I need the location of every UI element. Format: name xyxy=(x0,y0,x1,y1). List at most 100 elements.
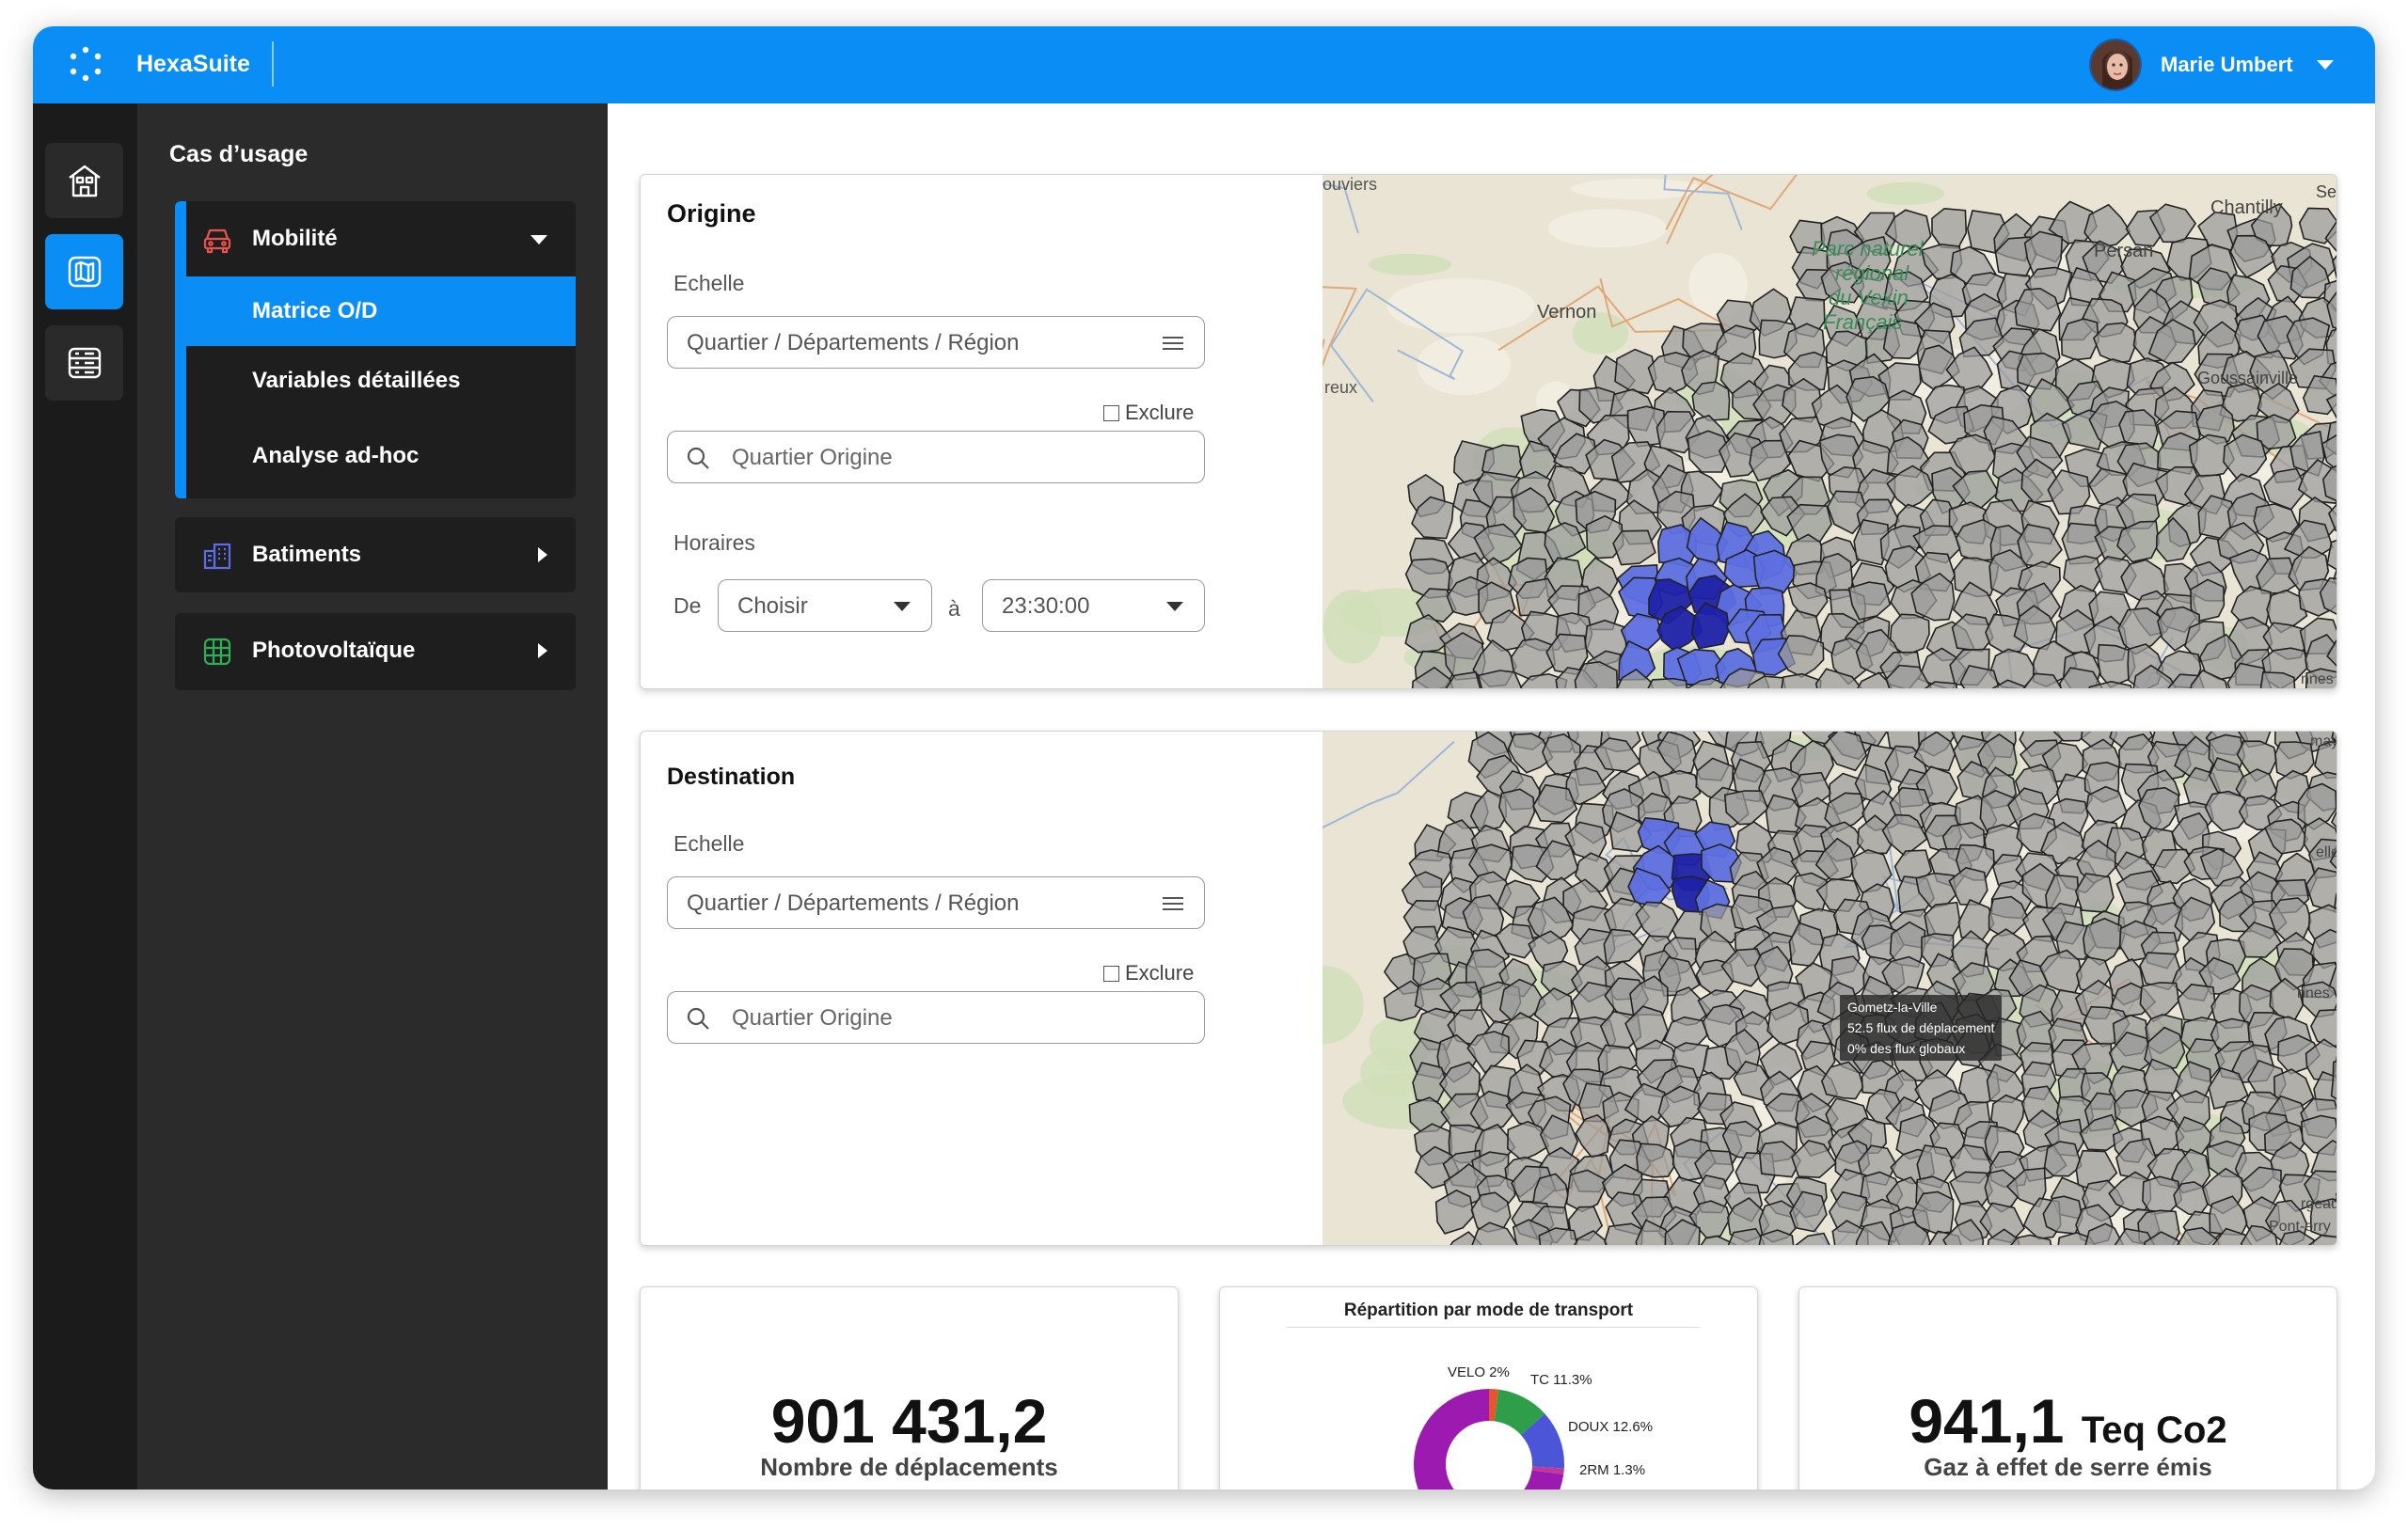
map-book-icon xyxy=(68,256,101,288)
to-time-value: 23:30:00 xyxy=(1002,593,1090,619)
origin-map[interactable]: ouviers Parc naturel régional du Vexin F… xyxy=(1323,175,2337,688)
map-place-label: Vernon xyxy=(1537,302,1597,323)
sidebar-item-matrice-od[interactable]: Matrice O/D xyxy=(186,276,576,346)
main-content: Origine Echelle Quartier / Départements … xyxy=(608,103,2375,1490)
chevron-down-icon xyxy=(894,602,911,611)
sidebar-group-label: Batiments xyxy=(252,542,362,567)
to-label: à xyxy=(948,596,960,621)
ghg-value: 941,1 xyxy=(1909,1386,2065,1456)
rail-servers-button[interactable] xyxy=(45,325,123,401)
rail-home-button[interactable] xyxy=(45,143,123,218)
map-terrain-patch xyxy=(1547,209,1668,248)
sidebar-title: Cas d’usage xyxy=(169,141,309,167)
sidebar-group-batiments[interactable]: Batiments xyxy=(175,517,576,592)
map-place-label: reux xyxy=(1324,378,1358,397)
destination-card: Destination Echelle Quartier / Départeme… xyxy=(640,731,2337,1246)
rail-map-button[interactable] xyxy=(45,234,123,309)
map-place-label: Parc naturel xyxy=(1812,237,1924,260)
map-terrain-patch xyxy=(1417,335,1512,396)
map-place-label: rgeau xyxy=(2301,1196,2337,1212)
use-case-sidebar: Cas d’usage Mobilité Matrice O/D Variabl… xyxy=(137,103,608,1490)
sidebar-group-mobilite: Mobilité Matrice O/D Variables détaillée… xyxy=(175,201,576,498)
title-divider xyxy=(272,41,274,87)
tooltip-share: 0% des flux globaux xyxy=(1847,1041,1966,1056)
top-bar: HexaSuite Marie Umbert xyxy=(33,26,2375,103)
map-place-label: ouviers xyxy=(1323,175,1378,194)
map-terrain-patch xyxy=(1866,181,1945,205)
origin-search-input[interactable]: Quartier Origine xyxy=(667,431,1205,483)
sidebar-group-photovoltaique[interactable]: Photovoltaïque xyxy=(175,613,576,690)
pie-label-tc: TC 11.3% xyxy=(1530,1372,1592,1388)
sidebar-item-analyse-adhoc[interactable]: Analyse ad-hoc xyxy=(186,421,576,491)
destination-choropleth-map[interactable] xyxy=(1323,732,2337,1245)
pie-label-2rm: 2RM 1.3% xyxy=(1579,1462,1646,1478)
tooltip-commune: Gometz-la-Ville xyxy=(1847,1000,1938,1015)
sidebar-group-header-mobilite[interactable]: Mobilité xyxy=(175,201,576,276)
trips-kpi-card: 901 431,2 Nombre de déplacements xyxy=(640,1286,1179,1490)
destination-scale-select[interactable]: Quartier / Départements / Région xyxy=(667,876,1205,929)
sidebar-group-label: Mobilité xyxy=(252,226,338,251)
sidebar-item-variables-detaillees[interactable]: Variables détaillées xyxy=(186,346,576,416)
map-commune[interactable] xyxy=(2060,318,2099,361)
app-window: HexaSuite Marie Umbert Cas d’usage Mobil… xyxy=(33,26,2375,1490)
origin-scale-select[interactable]: Quartier / Départements / Région xyxy=(667,316,1205,369)
map-place-label: Goussainville xyxy=(2197,369,2299,387)
checkbox-icon[interactable] xyxy=(1103,965,1119,982)
pie-label-velo: VELO 2% xyxy=(1448,1364,1510,1380)
map-place-label: du Vexin xyxy=(1829,286,1909,309)
search-placeholder: Quartier Origine xyxy=(732,445,893,470)
map-place-label: nnes xyxy=(2301,671,2334,687)
chevron-down-icon xyxy=(531,235,547,244)
buildings-icon xyxy=(203,543,231,570)
map-place-label: régional xyxy=(1835,261,1909,285)
user-avatar[interactable] xyxy=(2089,39,2142,91)
exclude-label: Exclure xyxy=(1125,961,1195,985)
origin-exclude-checkbox[interactable]: Exclure xyxy=(1103,401,1194,425)
map-commune[interactable] xyxy=(1931,207,1968,249)
scale-label: Echelle xyxy=(673,831,745,856)
destination-search-input[interactable]: Quartier Origine xyxy=(667,991,1205,1044)
trips-value: 901 431,2 xyxy=(770,1386,1048,1456)
transport-mode-chart-card: Répartition par mode de transport VELO 2… xyxy=(1219,1286,1758,1490)
chevron-down-icon xyxy=(1166,602,1183,611)
from-time-select[interactable]: Choisir xyxy=(718,579,932,632)
origin-card: Origine Echelle Quartier / Départements … xyxy=(640,174,2337,689)
icon-rail xyxy=(33,103,137,1490)
transport-mode-donut-chart xyxy=(1414,1389,1564,1490)
ghg-label: Gaz à effet de serre émis xyxy=(1924,1453,2212,1481)
map-place-label: may xyxy=(2310,733,2337,749)
sidebar-group-header-photovoltaique[interactable]: Photovoltaïque xyxy=(175,613,576,688)
checkbox-icon[interactable] xyxy=(1103,404,1119,421)
destination-title: Destination xyxy=(667,764,796,790)
scale-value: Quartier / Départements / Région xyxy=(687,330,1020,355)
sidebar-group-header-batiments[interactable]: Batiments xyxy=(175,517,576,592)
origin-title: Origine xyxy=(667,199,756,228)
map-place-label: elle xyxy=(2316,844,2337,860)
solar-panel-icon xyxy=(203,638,231,666)
hexasuite-logo-icon[interactable] xyxy=(67,45,104,83)
from-label: De xyxy=(673,593,702,618)
map-terrain-patch xyxy=(1386,277,1536,334)
app-title: HexaSuite xyxy=(136,51,250,77)
to-time-select[interactable]: 23:30:00 xyxy=(982,579,1205,632)
chevron-right-icon xyxy=(538,547,547,562)
chevron-right-icon xyxy=(538,643,547,658)
ghg-value-row: 941,1 Teq Co2 xyxy=(1799,1385,2337,1457)
destination-map[interactable]: nnes rgeau Pont-erry elle may Gometz-la-… xyxy=(1323,732,2337,1245)
map-place-label: Chantilly xyxy=(2210,197,2283,218)
scale-value: Quartier / Départements / Région xyxy=(687,891,1020,916)
scale-label: Echelle xyxy=(673,271,745,295)
sidebar-group-label: Photovoltaïque xyxy=(252,638,416,663)
server-list-icon xyxy=(68,347,101,379)
user-menu-chevron-down-icon[interactable] xyxy=(2317,60,2334,70)
user-name[interactable]: Marie Umbert xyxy=(2161,53,2293,77)
map-commune[interactable] xyxy=(1646,677,1688,688)
search-icon xyxy=(687,447,709,469)
ghg-unit: Teq Co2 xyxy=(2081,1410,2227,1451)
hours-label: Horaires xyxy=(673,530,755,555)
destination-exclude-checkbox[interactable]: Exclure xyxy=(1103,961,1194,985)
search-icon xyxy=(687,1007,709,1030)
pie-label-doux: DOUX 12.6% xyxy=(1568,1419,1654,1435)
menu-icon xyxy=(1163,897,1183,910)
map-place-label: Pont-erry xyxy=(2269,1219,2331,1235)
